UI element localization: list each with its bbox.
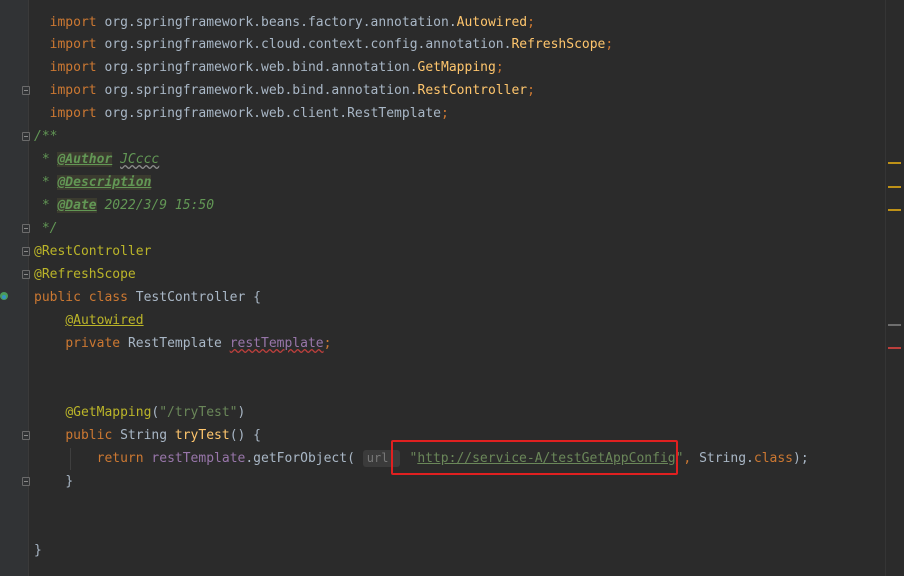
error-stripe [885, 0, 904, 576]
method-params: () { [229, 428, 262, 443]
code-line-refresh-scope[interactable]: @RefreshScope [34, 263, 136, 286]
fold-marker[interactable] [22, 431, 30, 440]
semicolon: ; [605, 37, 614, 52]
call-end: ); [793, 451, 809, 466]
javadoc-author[interactable]: * @Author JCccc [34, 148, 159, 171]
javadoc-description[interactable]: * @Description [34, 171, 152, 194]
code-line-import-2[interactable]: import org.springframework.cloud.context… [34, 10, 614, 52]
code-line-get-mapping[interactable]: @GetMapping("/tryTest") [34, 401, 245, 424]
javadoc-open[interactable]: /** [34, 125, 57, 148]
package-name: org.springframework.web.client. [104, 106, 348, 121]
semicolon: ; [441, 106, 449, 121]
fold-marker[interactable] [22, 224, 30, 233]
annotation: @RestController [34, 244, 152, 259]
highlight-box [391, 440, 678, 475]
javadoc-tag: @Date [57, 198, 97, 213]
fold-marker[interactable] [22, 132, 30, 141]
method-call: .getForObject( [245, 451, 355, 466]
warning-marker[interactable] [888, 162, 901, 164]
javadoc-value: 2022/3/9 15:50 [104, 198, 215, 213]
method-name: tryTest [174, 428, 230, 443]
code-line-rest-controller[interactable]: @RestController [34, 240, 151, 263]
annotation: @GetMapping [65, 405, 152, 420]
code-line-method-close[interactable]: } [34, 470, 73, 493]
code-line-field[interactable]: private RestTemplate restTemplate; [34, 332, 331, 355]
code-line-class-close[interactable]: } [34, 539, 42, 562]
brace: } [34, 543, 42, 558]
fold-marker[interactable] [22, 477, 30, 486]
warning-marker[interactable] [888, 186, 901, 188]
warning-marker[interactable] [888, 209, 901, 211]
fold-marker[interactable] [22, 270, 30, 279]
javadoc-value: JCccc [120, 152, 160, 167]
paren: ) [237, 405, 246, 420]
code-line-import-5[interactable]: import org.springframework.web.client.Re… [34, 79, 449, 121]
fold-marker[interactable] [22, 86, 30, 95]
keyword: class [753, 451, 794, 466]
javadoc-date[interactable]: * @Date 2022/3/9 15:50 [34, 194, 214, 217]
type-name: RestTemplate [127, 336, 222, 351]
info-marker[interactable] [888, 324, 901, 326]
keyword: public [65, 428, 113, 443]
keyword: class [88, 290, 128, 305]
field-name: restTemplate [229, 336, 324, 351]
brace: } [65, 474, 74, 489]
class-name: RestTemplate [347, 106, 442, 121]
code-line-class-decl[interactable]: public class TestController { [34, 286, 261, 309]
comment-star: * [41, 175, 50, 190]
code-line-method-decl[interactable]: public String tryTest() { [34, 424, 261, 447]
comment-open: /** [34, 129, 58, 144]
javadoc-tag: @Author [57, 152, 113, 167]
field-name: restTemplate [151, 451, 246, 466]
type-name: String [120, 428, 168, 443]
code-line-autowired[interactable]: @Autowired [34, 309, 144, 332]
fold-marker[interactable] [22, 247, 30, 256]
string-type: String. [691, 451, 754, 466]
spring-bean-icon[interactable] [0, 290, 9, 302]
string-literal: "/tryTest" [159, 405, 238, 420]
keyword: private [65, 336, 121, 351]
comment-close: */ [41, 221, 58, 236]
class-name: RefreshScope [511, 37, 606, 52]
keyword: import [49, 106, 97, 121]
keyword: return [96, 451, 144, 466]
javadoc-close[interactable]: */ [34, 217, 58, 240]
semicolon: ; [527, 83, 535, 98]
brace: { [253, 290, 261, 305]
comment-star: * [41, 198, 50, 213]
code-line-import-4[interactable]: import org.springframework.web.bind.anno… [34, 56, 535, 98]
class-name: TestController [135, 290, 246, 305]
code-line-import-3[interactable]: import org.springframework.web.bind.anno… [34, 33, 504, 75]
comment-star: * [41, 152, 50, 167]
annotation: @RefreshScope [34, 267, 136, 282]
annotation: @Autowired [65, 313, 144, 328]
keyword: public [34, 290, 81, 305]
semicolon: ; [323, 336, 332, 351]
error-marker[interactable] [888, 347, 901, 349]
javadoc-tag: @Description [57, 175, 152, 190]
